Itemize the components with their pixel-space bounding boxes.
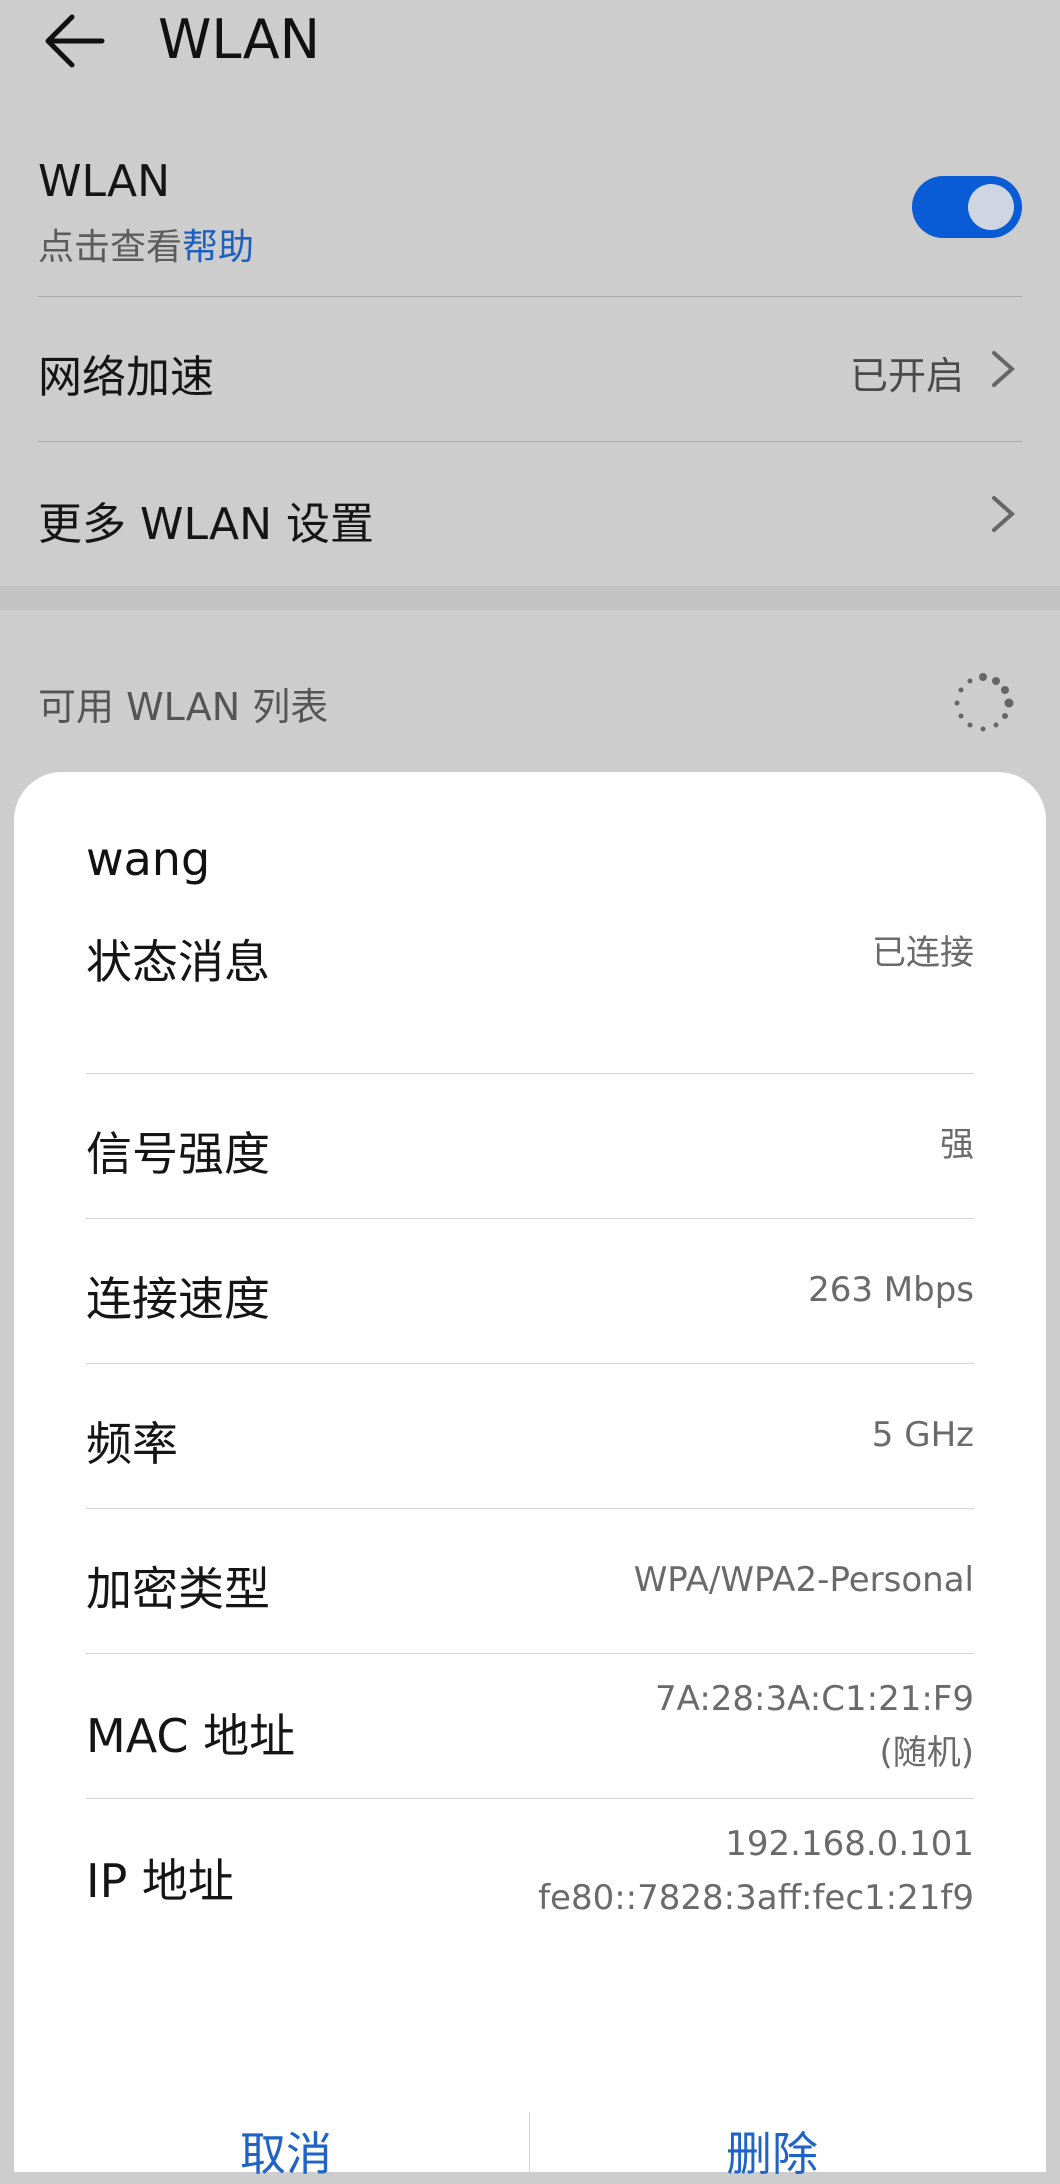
- detail-key: 频率: [86, 1417, 178, 1471]
- detail-row-mac: MAC 地址 7A:28:3A:C1:21:F9 (随机): [86, 1654, 974, 1798]
- detail-key: 连接速度: [86, 1272, 270, 1326]
- detail-value: 强: [940, 1125, 974, 1165]
- detail-value: WPA/WPA2-Personal: [633, 1560, 974, 1600]
- detail-key: IP 地址: [86, 1854, 234, 1908]
- detail-row-ip: IP 地址 192.168.0.101 fe80::7828:3aff:fec1…: [86, 1799, 974, 1943]
- detail-row-signal: 信号强度 强: [86, 1074, 974, 1218]
- more-wlan-settings-label: 更多 WLAN 设置: [38, 499, 375, 550]
- wlan-help-text: 点击查看帮助: [38, 218, 254, 270]
- detail-value-group: 7A:28:3A:C1:21:F9 (随机): [655, 1672, 974, 1780]
- app-header: WLAN: [0, 0, 1060, 90]
- cancel-button[interactable]: 取消: [240, 2118, 332, 2184]
- detail-key: 信号强度: [86, 1127, 270, 1181]
- detail-key: 加密类型: [86, 1562, 270, 1616]
- toggle-knob: [968, 184, 1014, 230]
- detail-value: 263 Mbps: [808, 1270, 974, 1310]
- detail-row-status: 状态消息 已连接: [86, 880, 974, 1024]
- loading-spinner-icon: [954, 673, 1014, 732]
- network-name: wang: [86, 832, 211, 886]
- help-prefix: 点击查看: [38, 227, 183, 268]
- detail-value: 5 GHz: [871, 1415, 974, 1455]
- page-title: WLAN: [158, 8, 321, 71]
- detail-value: 已连接: [872, 933, 974, 973]
- detail-row-frequency: 频率 5 GHz: [86, 1364, 974, 1508]
- network-acceleration-value: 已开启: [849, 354, 964, 398]
- more-wlan-settings-row[interactable]: 更多 WLAN 设置: [38, 442, 1022, 586]
- chevron-right-icon: [992, 496, 1016, 532]
- detail-key: 状态消息: [86, 935, 270, 989]
- section-gap: [0, 586, 1060, 610]
- detail-value-group: 192.168.0.101 fe80::7828:3aff:fec1:21f9: [538, 1817, 974, 1925]
- detail-value: 192.168.0.101: [725, 1824, 974, 1864]
- back-arrow-icon[interactable]: [40, 6, 110, 76]
- network-details-dialog: wang 状态消息 已连接 信号强度 强 连接速度 263 Mbps 频率 5 …: [14, 772, 1046, 2181]
- wlan-toggle[interactable]: [912, 176, 1022, 238]
- wlan-label: WLAN: [38, 156, 171, 207]
- detail-row-speed: 连接速度 263 Mbps: [86, 1219, 974, 1363]
- available-wlan-list-title: 可用 WLAN 列表: [38, 685, 329, 729]
- network-acceleration-row[interactable]: 网络加速 已开启: [38, 297, 1022, 441]
- help-link[interactable]: 帮助: [182, 227, 254, 268]
- detail-row-encryption: 加密类型 WPA/WPA2-Personal: [86, 1509, 974, 1653]
- detail-value-secondary: (随机): [879, 1733, 974, 1773]
- detail-value: 7A:28:3A:C1:21:F9: [655, 1679, 974, 1719]
- chevron-right-icon: [992, 351, 1016, 387]
- detail-value-secondary: fe80::7828:3aff:fec1:21f9: [538, 1878, 974, 1918]
- button-separator: [529, 2112, 530, 2172]
- network-acceleration-label: 网络加速: [38, 352, 214, 403]
- delete-button[interactable]: 删除: [726, 2118, 818, 2184]
- detail-key: MAC 地址: [86, 1709, 296, 1763]
- wlan-row[interactable]: WLAN 点击查看帮助: [38, 150, 1022, 270]
